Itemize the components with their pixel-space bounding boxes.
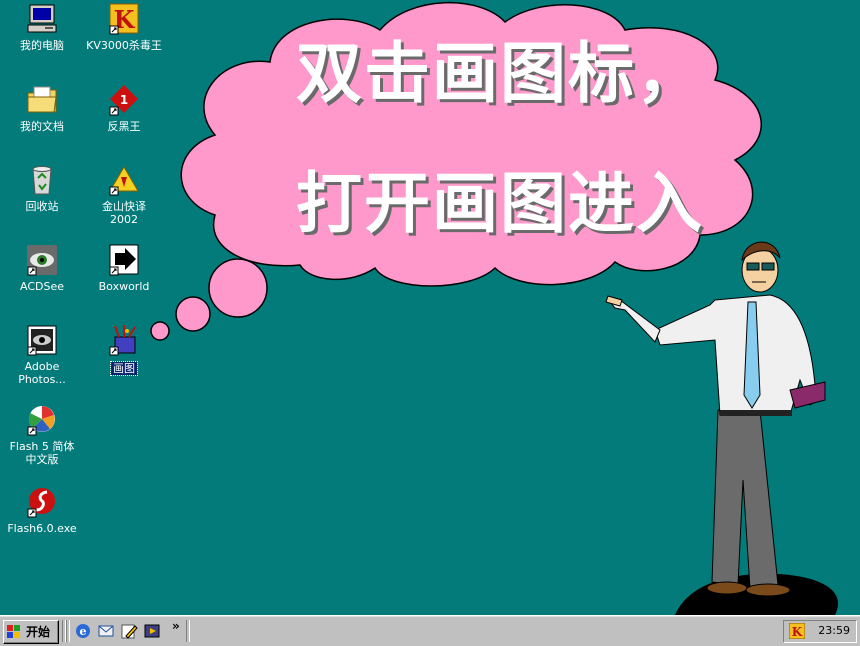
icon-label: 回收站 bbox=[25, 200, 59, 213]
flash6-icon bbox=[27, 488, 55, 518]
icon-label: 金山快译 2002 bbox=[102, 200, 146, 226]
desktop-icon-anti-hacker[interactable]: 1 反黑王 bbox=[82, 83, 166, 133]
callout-line-1: 双击画图标， bbox=[296, 35, 704, 112]
start-label: 开始 bbox=[26, 625, 51, 639]
icon-label: 我的电脑 bbox=[20, 39, 64, 52]
outlook-express-icon[interactable] bbox=[97, 622, 115, 640]
paint-icon bbox=[109, 325, 136, 356]
icon-label: 画图 bbox=[110, 361, 138, 376]
icon-label: Adobe Photos... bbox=[18, 360, 66, 386]
start-button[interactable]: 开始 bbox=[3, 620, 59, 644]
boxworld-arrow-icon bbox=[109, 244, 139, 276]
icon-label: ACDSee bbox=[20, 280, 64, 293]
icon-label: KV3000杀毒王 bbox=[86, 39, 162, 52]
taskbar: 开始 e » K 23:59 bbox=[0, 615, 860, 646]
teacher-figure bbox=[605, 241, 838, 615]
icon-label: 我的文档 bbox=[20, 120, 64, 133]
recycle-bin-icon bbox=[32, 166, 52, 195]
icon-label: Boxworld bbox=[98, 280, 150, 293]
taskbar-separator bbox=[186, 620, 190, 642]
icon-label: Flash6.0.exe bbox=[7, 522, 77, 535]
taskbar-separator bbox=[66, 620, 70, 642]
flash5-icon bbox=[27, 406, 55, 436]
desktop-icon-photoshop[interactable]: Adobe Photos... bbox=[0, 323, 84, 386]
kv3000-antivirus-icon: K bbox=[109, 3, 139, 35]
anti-hacker-icon: 1 bbox=[109, 85, 138, 116]
desktop-icon-acdsee[interactable]: ACDSee bbox=[0, 243, 84, 293]
svg-text:1: 1 bbox=[120, 93, 128, 107]
system-tray: K 23:59 bbox=[783, 620, 857, 643]
desktop-icon-flash5[interactable]: Flash 5 简体 中文版 bbox=[0, 403, 86, 466]
desktop-icon-boxworld[interactable]: Boxworld bbox=[82, 243, 166, 293]
desktop-icon-my-computer[interactable]: 我的电脑 bbox=[0, 2, 84, 52]
acdsee-eye-icon bbox=[27, 245, 57, 276]
kingsoft-translator-icon bbox=[109, 166, 139, 196]
icon-label: Flash 5 简体 中文版 bbox=[9, 440, 75, 466]
desktop-icon-recycle-bin[interactable]: 回收站 bbox=[0, 163, 84, 213]
desktop-icon-kingsoft[interactable]: 金山快译 2002 bbox=[82, 163, 166, 226]
media-icon[interactable] bbox=[143, 622, 161, 640]
desktop-icon-flash6[interactable]: Flash6.0.exe bbox=[0, 485, 86, 535]
svg-text:e: e bbox=[80, 625, 87, 638]
edit-icon[interactable] bbox=[120, 622, 138, 640]
photoshop-eye-icon bbox=[27, 325, 57, 356]
my-documents-folder-icon bbox=[27, 86, 57, 113]
svg-text:K: K bbox=[792, 625, 803, 639]
clock[interactable]: 23:59 bbox=[818, 624, 850, 637]
kv3000-tray-icon[interactable]: K bbox=[789, 623, 805, 639]
desktop: 我的电脑 我的文档 回收站 ACDSee Adobe Photos... Fla… bbox=[0, 0, 860, 615]
desktop-icon-my-documents[interactable]: 我的文档 bbox=[0, 83, 84, 133]
icon-label: 反黑王 bbox=[107, 120, 141, 133]
quicklaunch-more-chevron[interactable]: » bbox=[172, 619, 180, 633]
internet-explorer-icon[interactable]: e bbox=[74, 622, 92, 640]
windows-logo-icon bbox=[7, 625, 20, 638]
desktop-icon-kv3000[interactable]: K KV3000杀毒王 bbox=[82, 2, 166, 52]
my-computer-icon bbox=[27, 4, 57, 33]
desktop-icon-paint[interactable]: 画图 bbox=[82, 323, 166, 376]
